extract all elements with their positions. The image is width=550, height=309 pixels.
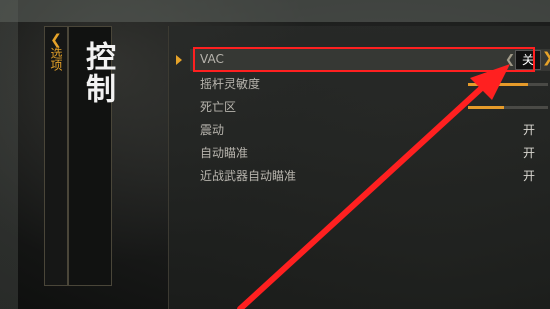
setting-value: 开	[522, 146, 535, 160]
setting-row-stick-sensitivity[interactable]: 摇杆灵敏度	[200, 72, 550, 94]
setting-value: 开	[522, 123, 535, 137]
setting-label: 摇杆灵敏度	[200, 77, 261, 91]
annotation-box	[193, 47, 535, 72]
chevron-right-icon[interactable]: ❯	[542, 50, 550, 66]
top-bar	[0, 0, 550, 22]
setting-row-melee-auto-aim[interactable]: 近战武器自动瞄准 开	[200, 164, 550, 186]
deadzone-slider[interactable]	[468, 106, 548, 109]
setting-label: 近战武器自动瞄准	[200, 169, 297, 183]
setting-value: 开	[522, 169, 535, 183]
selection-arrow-icon	[176, 55, 182, 65]
setting-row-vibration[interactable]: 震动 开	[200, 118, 550, 140]
chevron-left-icon: ❮	[50, 32, 62, 48]
slider-fill	[468, 106, 504, 109]
title-panel: 控制	[68, 26, 115, 286]
page-title: 控制	[80, 41, 115, 105]
slider-fill	[468, 83, 528, 86]
setting-row-deadzone[interactable]: 死亡区	[200, 95, 550, 117]
setting-label: 自动瞄准	[200, 146, 249, 160]
setting-label: 震动	[200, 123, 225, 137]
back-nav[interactable]: ❮ 选项	[44, 26, 68, 286]
back-nav-group[interactable]: ❮ 选项	[47, 33, 65, 75]
setting-row-auto-aim[interactable]: 自动瞄准 开	[200, 141, 550, 163]
sensitivity-slider[interactable]	[468, 83, 548, 86]
setting-label: 死亡区	[200, 100, 237, 114]
back-label: 选项	[49, 47, 63, 71]
